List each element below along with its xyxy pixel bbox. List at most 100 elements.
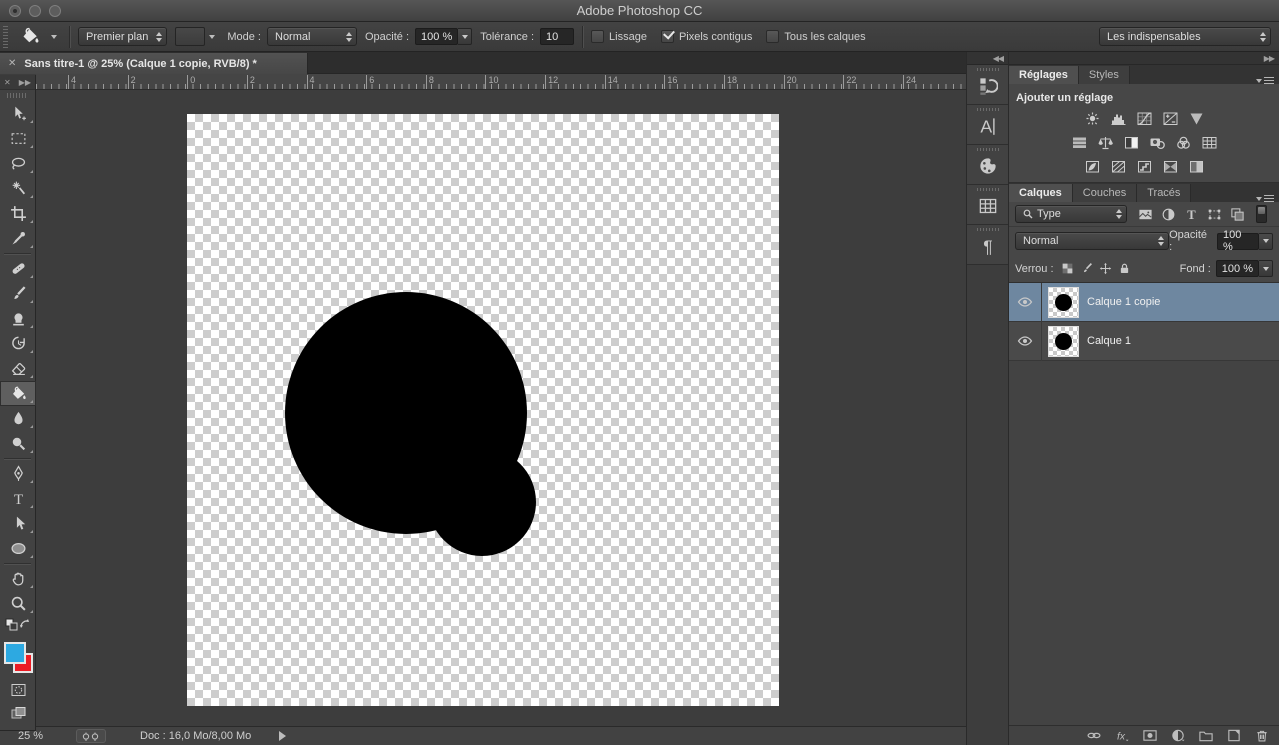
vibrance-icon[interactable] [1186,111,1206,126]
black-white-icon[interactable] [1121,135,1141,150]
character-panel-button[interactable]: A [967,105,1009,145]
layer-thumbnail[interactable] [1048,326,1079,357]
document-size-info[interactable]: Doc : 16,0 Mo/8,00 Mo [140,730,251,742]
pen-tool[interactable] [0,461,36,486]
delete-layer-button[interactable] [1253,728,1271,744]
adjustment-layer-filter-icon[interactable] [1157,205,1179,223]
crop-tool[interactable] [0,201,36,226]
add-layer-mask-button[interactable] [1141,728,1159,744]
threshold-icon[interactable] [1134,159,1154,174]
layer-filter-select[interactable]: Type [1015,205,1127,223]
layer-name[interactable]: Calque 1 [1087,335,1131,347]
layer-fill-dropdown-icon[interactable] [1259,260,1273,277]
layer-row[interactable]: Calque 1 [1009,322,1279,361]
levels-icon[interactable] [1108,111,1128,126]
layer-effects-button[interactable]: fx [1113,728,1131,744]
hand-tool[interactable] [0,566,36,591]
history-brush-tool[interactable] [0,331,36,356]
spot-healing-tool[interactable] [0,256,36,281]
color-panel-button[interactable] [967,145,1009,185]
canvas-viewport[interactable] [0,90,966,726]
collapse-dock-icon[interactable]: ◀◀ [993,54,1003,63]
pattern-arrow-icon[interactable] [209,35,215,39]
swatches-panel-button[interactable] [967,185,1009,225]
eraser-tool[interactable] [0,356,36,381]
lock-position-icon[interactable] [1096,261,1115,277]
checkbox-box[interactable] [591,30,604,43]
checkbox-lissage[interactable]: Lissage [591,30,647,43]
checkbox-pixels-contigus[interactable]: Pixels contigus [661,30,752,43]
default-colors-icon[interactable] [5,618,18,636]
blend-mode-select[interactable]: Normal [1015,232,1169,250]
horizontal-ruler[interactable]: 42024681012141618202224 [36,74,966,90]
paint-bucket-tool[interactable] [0,381,36,406]
brightness-contrast-icon[interactable] [1082,111,1102,126]
type-tool[interactable]: T [0,486,36,511]
foreground-color-swatch[interactable] [4,642,26,664]
layer-visibility-eye-icon[interactable] [1009,283,1042,322]
color-balance-icon[interactable] [1095,135,1115,150]
canvas[interactable] [187,114,779,706]
new-group-button[interactable] [1197,728,1215,744]
filter-toggle-switch[interactable] [1256,205,1267,223]
opacity-dropdown-icon[interactable] [458,28,472,45]
history-panel-button[interactable] [967,65,1009,105]
new-adjustment-layer-button[interactable] [1169,728,1187,744]
tolerance-input[interactable]: 10 [540,28,574,45]
rectangular-marquee-tool[interactable] [0,126,36,151]
adjustments-panel-menu-icon[interactable] [1256,77,1274,84]
checkbox-tous-les-calques[interactable]: Tous les calques [766,30,865,43]
type-layer-filter-icon[interactable]: T [1180,205,1202,223]
opacity-input[interactable]: 100 % [415,28,458,45]
tool-preset-arrow-icon[interactable] [51,35,57,39]
blur-tool[interactable] [0,406,36,431]
workspace-select[interactable]: Les indispensables [1099,27,1271,46]
mode-select[interactable]: Normal [267,27,357,46]
paragraph-panel-button[interactable]: ¶ [967,225,1009,265]
quick-mask-button[interactable] [0,678,36,701]
curves-icon[interactable] [1134,111,1154,126]
layer-row[interactable]: Calque 1 copie [1009,283,1279,322]
toolbar-close-icon[interactable]: ✕ [4,78,11,87]
clone-stamp-tool[interactable] [0,306,36,331]
posterize-icon[interactable] [1108,159,1128,174]
channel-mixer-icon[interactable] [1173,135,1193,150]
swap-colors-icon[interactable] [18,618,31,636]
shape-layer-filter-icon[interactable] [1203,205,1225,223]
path-selection-tool[interactable] [0,511,36,536]
link-layers-button[interactable] [1085,728,1103,744]
color-lookup-icon[interactable] [1199,135,1219,150]
paint-bucket-icon[interactable] [17,26,47,48]
lock-transparency-icon[interactable] [1058,261,1077,277]
status-gears-button[interactable] [76,729,106,743]
layer-opacity-dropdown-icon[interactable] [1259,233,1273,250]
close-tab-icon[interactable]: ✕ [8,58,16,69]
layer-opacity-input[interactable]: 100 % [1217,233,1259,250]
ellipse-shape-tool[interactable] [0,536,36,561]
tab-calques[interactable]: Calques [1009,184,1073,202]
checkbox-box[interactable] [766,30,779,43]
magic-wand-tool[interactable] [0,176,36,201]
expand-dock-icon[interactable]: ▶▶ [1264,54,1274,63]
screen-mode-button[interactable] [0,701,36,724]
exposure-icon[interactable] [1160,111,1180,126]
lock-all-icon[interactable] [1115,261,1134,277]
options-bar-grip[interactable] [3,26,8,48]
lasso-tool[interactable] [0,151,36,176]
tab-reglages[interactable]: Réglages [1009,66,1079,84]
document-tab[interactable]: ✕ Sans titre-1 @ 25% (Calque 1 copie, RV… [0,53,308,74]
pixel-layer-filter-icon[interactable] [1134,205,1156,223]
layer-thumbnail[interactable] [1048,287,1079,318]
checkbox-box[interactable] [661,30,674,43]
layer-name[interactable]: Calque 1 copie [1087,296,1160,308]
lock-paint-icon[interactable] [1077,261,1096,277]
brush-tool[interactable] [0,281,36,306]
new-layer-button[interactable] [1225,728,1243,744]
pattern-swatch[interactable] [175,27,205,46]
dodge-tool[interactable] [0,431,36,456]
layer-visibility-eye-icon[interactable] [1009,322,1042,361]
tab-styles[interactable]: Styles [1079,66,1130,84]
toolbar-expand-icon[interactable]: ▶▶ [19,78,31,87]
toolbar-grip[interactable] [7,93,28,98]
tab-couches[interactable]: Couches [1073,184,1137,202]
